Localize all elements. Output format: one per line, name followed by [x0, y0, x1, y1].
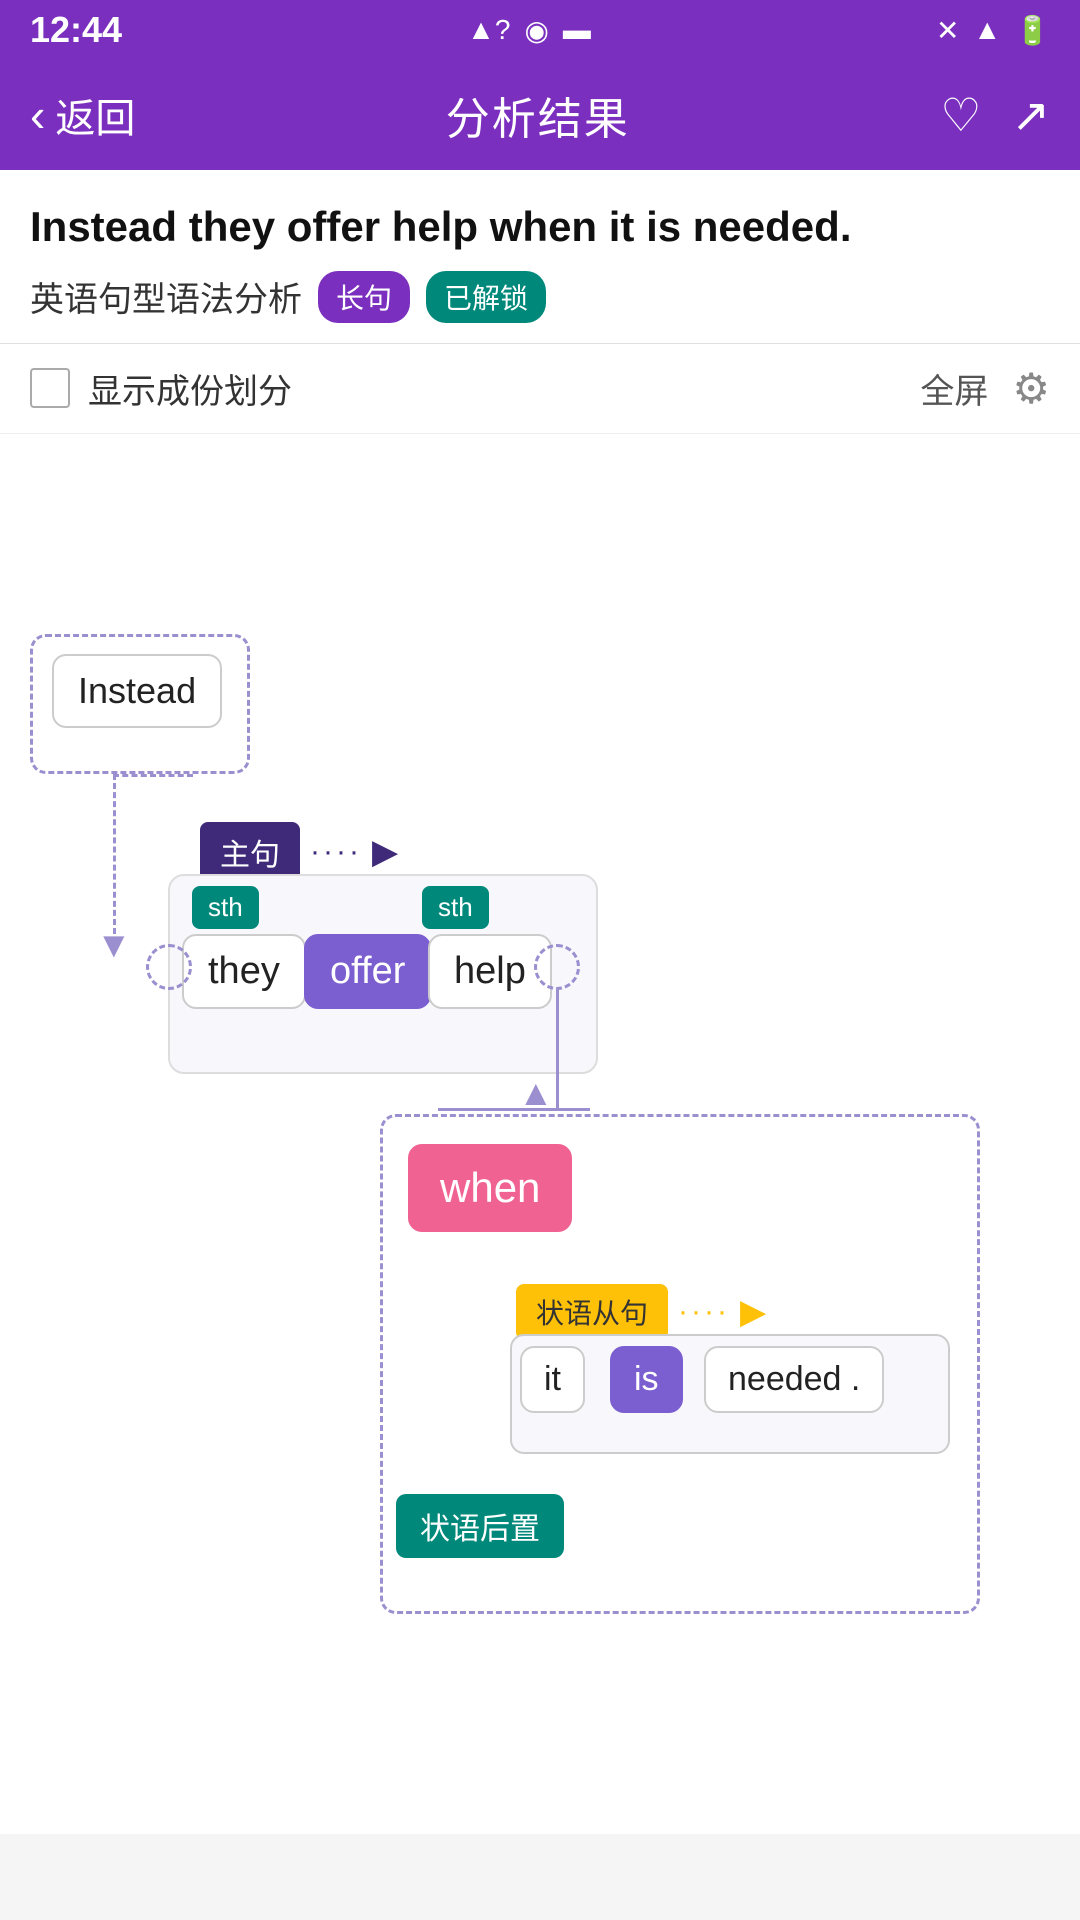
connector-instead-down [113, 774, 117, 934]
it-chip[interactable]: it [520, 1346, 585, 1413]
heart-icon[interactable]: ♡ [940, 88, 981, 142]
back-label: 返回 [55, 86, 135, 144]
adverb-clause-row: 状语从句 ···· ▶ [516, 1284, 766, 1340]
diagram-area: Instead ▼ 主句 ···· ▶ sth sth they offer h… [0, 434, 1080, 1834]
toolbar-right: 全屏 ⚙ [920, 364, 1050, 413]
status-bar: 12:44 ▲? ◉ ▬ ✕ ▲ 🔋 [0, 0, 1080, 60]
instead-chip[interactable]: Instead [52, 654, 222, 728]
back-arrow-icon: ‹ [30, 88, 45, 142]
toolbar-left: 显示成份划分 [30, 364, 292, 413]
header: ‹ 返回 分析结果 ♡ ↗ [0, 60, 1080, 170]
sth-label-1: sth [192, 886, 259, 929]
connector-right-down [556, 990, 560, 1110]
status-icons-right: ✕ ▲ 🔋 [936, 14, 1050, 47]
signal-question-icon: ▲? [467, 14, 510, 46]
radio-icon: ◉ [524, 14, 548, 47]
show-segments-label: 显示成份划分 [88, 364, 292, 413]
status-icons-left: ▲? ◉ ▬ [467, 14, 591, 47]
main-clause-row: 主句 ···· ▶ [200, 822, 398, 882]
adverb-clause-dots: ···· [678, 1295, 730, 1329]
they-chip[interactable]: they [182, 934, 306, 1009]
badge-unlocked: 已解锁 [426, 271, 546, 323]
main-clause-tag: 主句 [200, 822, 300, 882]
down-arrow-icon: ▼ [96, 924, 132, 966]
connector-h-1 [438, 1108, 590, 1112]
fullscreen-label[interactable]: 全屏 [920, 364, 988, 413]
main-clause-arrow-icon: ▶ [372, 832, 398, 872]
status-time: 12:44 [30, 9, 122, 51]
circle-dot-right [534, 944, 580, 995]
needed-chip[interactable]: needed . [704, 1346, 884, 1413]
settings-icon[interactable]: ⚙ [1012, 364, 1050, 413]
chinese-label: 英语句型语法分析 [30, 272, 302, 321]
sentence-content: Instead they offer help when it is neede… [0, 170, 1080, 344]
header-title: 分析结果 [446, 83, 630, 147]
main-clause-dots: ···· [310, 835, 362, 869]
signal-icon: ▲ [973, 14, 1001, 46]
up-arrow-icon: ▲ [518, 1072, 554, 1114]
battery-icon: 🔋 [1015, 14, 1050, 47]
adverb-pos-tag: 状语后置 [396, 1494, 564, 1558]
header-actions: ♡ ↗ [940, 88, 1050, 142]
show-segments-checkbox[interactable] [30, 368, 70, 408]
offer-chip[interactable]: offer [304, 934, 431, 1009]
connector-h-instead [113, 774, 193, 778]
adverb-clause-tag: 状语从句 [516, 1284, 668, 1340]
back-button[interactable]: ‹ 返回 [30, 86, 135, 144]
sth-label-2: sth [422, 886, 489, 929]
when-chip[interactable]: when [408, 1144, 572, 1232]
subtitle-row: 英语句型语法分析 长句 已解锁 [30, 271, 1050, 323]
share-icon[interactable]: ↗ [1011, 88, 1050, 142]
toolbar: 显示成份划分 全屏 ⚙ [0, 344, 1080, 434]
circle-dot-left [146, 944, 192, 995]
wifi-x-icon: ✕ [936, 14, 959, 47]
is-chip[interactable]: is [610, 1346, 683, 1413]
english-sentence: Instead they offer help when it is neede… [30, 200, 1050, 255]
badge-long: 长句 [318, 271, 410, 323]
adverb-clause-arrow-icon: ▶ [740, 1292, 766, 1332]
sim-icon: ▬ [563, 14, 591, 46]
